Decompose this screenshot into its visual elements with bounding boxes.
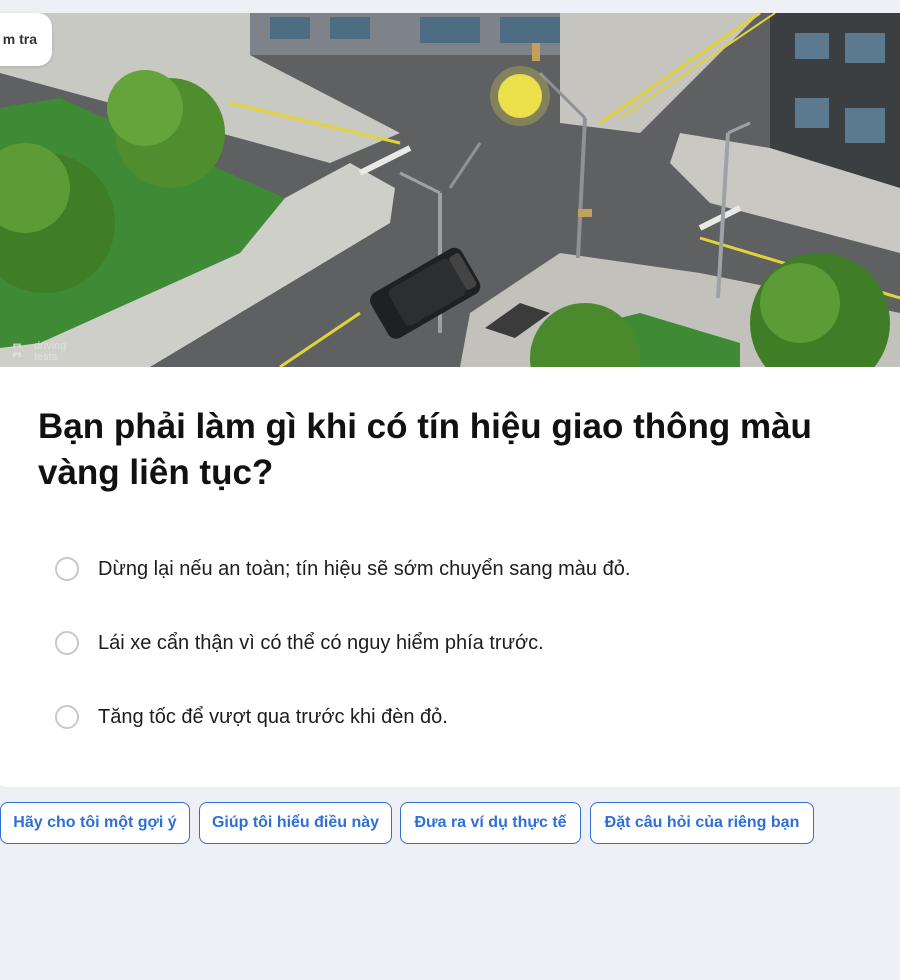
answer-option-2[interactable]: Lái xe cẩn thận vì có thể có nguy hiểm p… (55, 628, 544, 658)
answer-option-1[interactable]: Dừng lại nếu an toàn; tín hiệu sẽ sớm ch… (55, 554, 630, 584)
radio-circle-icon[interactable] (55, 705, 79, 729)
radio-circle-icon[interactable] (55, 631, 79, 655)
intersection-illustration: ʭ driving tests (0, 13, 900, 367)
answer-option-label: Dừng lại nếu an toàn; tín hiệu sẽ sớm ch… (98, 557, 631, 580)
category-tag: m tra (0, 13, 52, 66)
answer-option-3[interactable]: Tăng tốc để vượt qua trước khi đèn đỏ. (55, 702, 448, 732)
watermark-line2: tests (34, 351, 58, 363)
radio-circle-icon[interactable] (55, 557, 79, 581)
explain-button[interactable]: Giúp tôi hiểu điều này (199, 802, 392, 844)
svg-text:ʭ: ʭ (12, 341, 22, 361)
question-text: Bạn phải làm gì khi có tín hiệu giao thô… (38, 407, 812, 492)
answer-option-label: Lái xe cẩn thận vì có thể có nguy hiểm p… (98, 631, 544, 654)
category-tag-label: m tra (2, 31, 37, 47)
hint-button[interactable]: Hãy cho tôi một gợi ý (0, 802, 190, 844)
ask-own-question-button[interactable]: Đặt câu hỏi của riêng bạn (590, 802, 814, 844)
question-card: ʭ driving tests Bạn phải làm gì khi có t… (0, 13, 900, 787)
answer-option-label: Tăng tốc để vượt qua trước khi đèn đỏ. (98, 705, 448, 728)
real-example-button[interactable]: Đưa ra ví dụ thực tế (400, 802, 581, 844)
